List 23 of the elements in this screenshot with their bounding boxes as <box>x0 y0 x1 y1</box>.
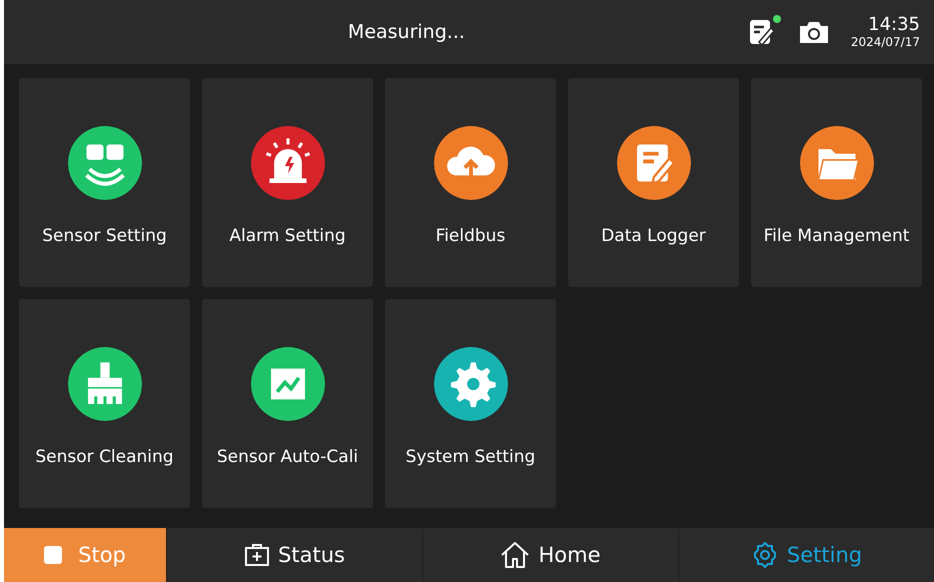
menu-tile[interactable]: System Setting <box>385 299 556 508</box>
tile-label: Sensor Setting <box>42 226 167 246</box>
tile-label: File Management <box>764 226 910 246</box>
home-icon <box>500 541 530 569</box>
tile-label: Alarm Setting <box>229 226 346 246</box>
menu-tile[interactable]: Data Logger <box>568 78 739 287</box>
tile-label: Sensor Cleaning <box>35 447 174 467</box>
menu-tile[interactable]: Fieldbus <box>385 78 556 287</box>
stop-icon <box>44 546 62 564</box>
tile-label: System Setting <box>406 447 536 467</box>
clock-date: 2024/07/17 <box>850 35 920 49</box>
menu-tile[interactable]: File Management <box>751 78 922 287</box>
tile-label: Sensor Auto-Cali <box>216 447 358 467</box>
menu-tile[interactable]: Sensor Auto-Cali <box>202 299 373 508</box>
menu-tile[interactable]: Alarm Setting <box>202 78 373 287</box>
menu-tile[interactable]: Sensor Cleaning <box>19 299 190 508</box>
status-title: Measuring... <box>346 21 466 43</box>
tile-label: Fieldbus <box>436 226 506 246</box>
clock-time: 14:35 <box>868 15 920 35</box>
medical-kit-icon <box>244 543 270 567</box>
menu-tile[interactable]: Sensor Setting <box>19 78 190 287</box>
camera-icon[interactable] <box>798 20 829 44</box>
tile-label: Data Logger <box>601 226 706 246</box>
